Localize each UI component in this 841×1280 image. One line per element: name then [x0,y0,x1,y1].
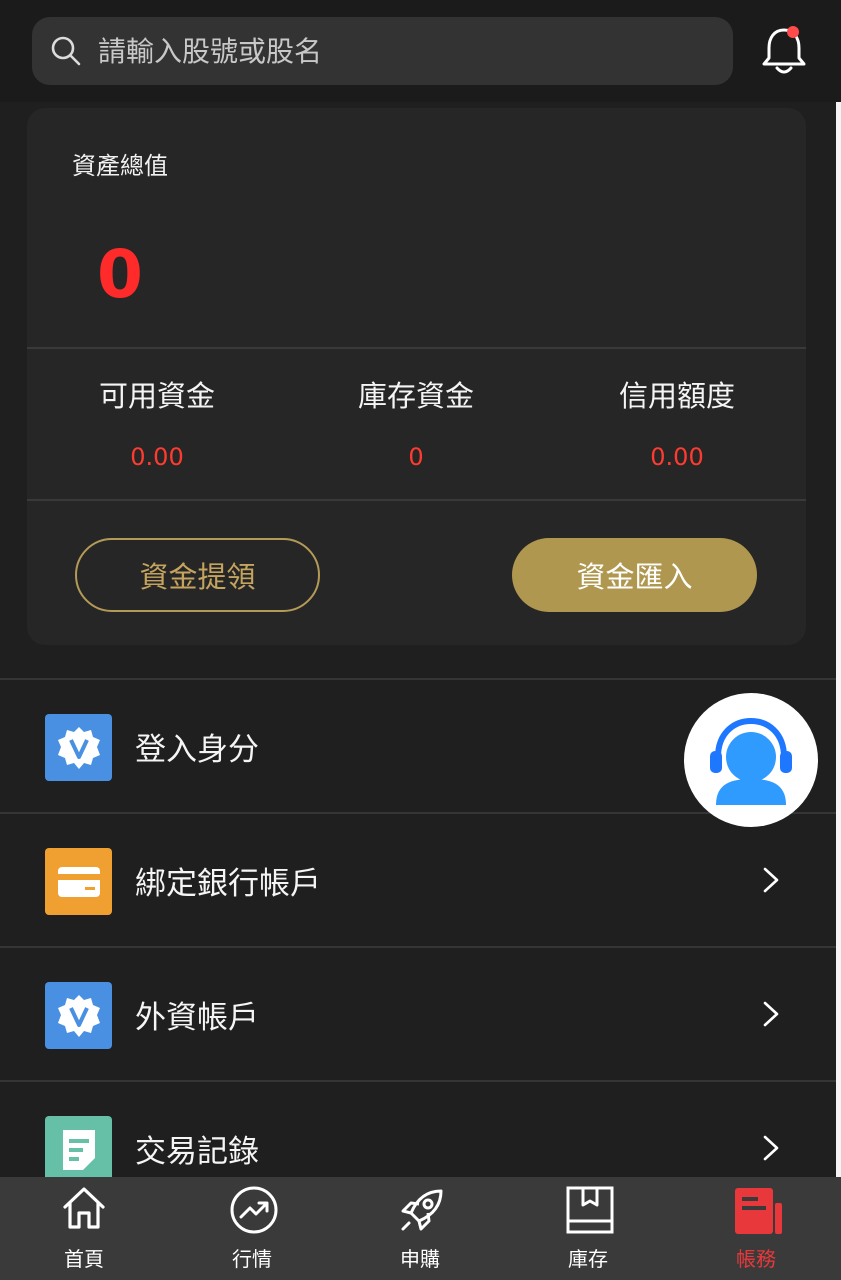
search-bar[interactable] [32,17,733,85]
tab-label: 帳務 [736,1247,776,1271]
stat-value: 0.00 [650,443,704,471]
asset-title: 資產總值 [72,152,168,180]
rocket-icon [401,1189,443,1231]
menu-item-label: 綁定銀行帳戶 [135,865,321,902]
withdraw-funds-button[interactable]: 資金提領 [75,538,320,612]
chevron-right-icon [763,1135,779,1161]
verified-badge-icon [45,714,112,781]
divider [27,347,806,349]
tab-subscription[interactable]: 申購 [360,1177,480,1280]
stat-inventory-funds: 庫存資金 0 [286,373,546,471]
menu-item-foreign-account[interactable]: 外資帳戶 [0,946,836,1080]
stat-value: 0.00 [130,443,184,471]
document-icon [45,1116,112,1183]
asset-total-value: 0 [97,236,143,313]
verified-badge-icon [45,982,112,1049]
stat-label: 可用資金 [98,379,215,413]
tab-label: 行情 [232,1247,272,1271]
bank-card-icon [45,848,112,915]
edge-strip [836,102,841,1177]
home-icon [63,1187,105,1229]
tab-label: 首頁 [64,1247,104,1271]
inventory-box-icon [566,1186,614,1234]
customer-service-button[interactable] [684,693,818,827]
tab-accounts[interactable]: 帳務 [696,1177,816,1280]
stat-value: 0 [408,443,424,471]
customer-service-agent-icon [710,717,792,805]
ledger-icon [735,1188,782,1234]
search-input[interactable] [96,33,700,69]
chevron-right-icon [763,1001,779,1027]
tab-home[interactable]: 首頁 [24,1177,144,1280]
menu-item-bind-bank-account[interactable]: 綁定銀行帳戶 [0,812,836,946]
stat-label: 信用額度 [618,379,735,413]
divider [27,499,806,501]
trend-icon [230,1186,278,1234]
bottom-tab-bar: 首頁 行情 申購 庫存 帳務 [0,1177,841,1280]
search-icon [51,36,81,66]
top-bar [0,0,841,102]
stat-available-funds: 可用資金 0.00 [27,373,287,471]
tab-label: 庫存 [568,1247,608,1271]
chevron-right-icon [763,867,779,893]
menu-item-label: 外資帳戶 [135,999,259,1036]
bell-notification-icon[interactable] [760,24,808,78]
tab-market[interactable]: 行情 [192,1177,312,1280]
stat-credit-limit: 信用額度 0.00 [547,373,807,471]
tab-label: 申購 [400,1247,440,1271]
asset-summary-card: 資產總值 0 可用資金 0.00 庫存資金 0 信用額度 0.00 資金提領 資… [27,108,806,645]
deposit-funds-button[interactable]: 資金匯入 [512,538,757,612]
tab-inventory[interactable]: 庫存 [528,1177,648,1280]
menu-item-label: 登入身分 [135,731,259,768]
stat-label: 庫存資金 [357,379,474,413]
menu-item-label: 交易記錄 [135,1133,259,1170]
